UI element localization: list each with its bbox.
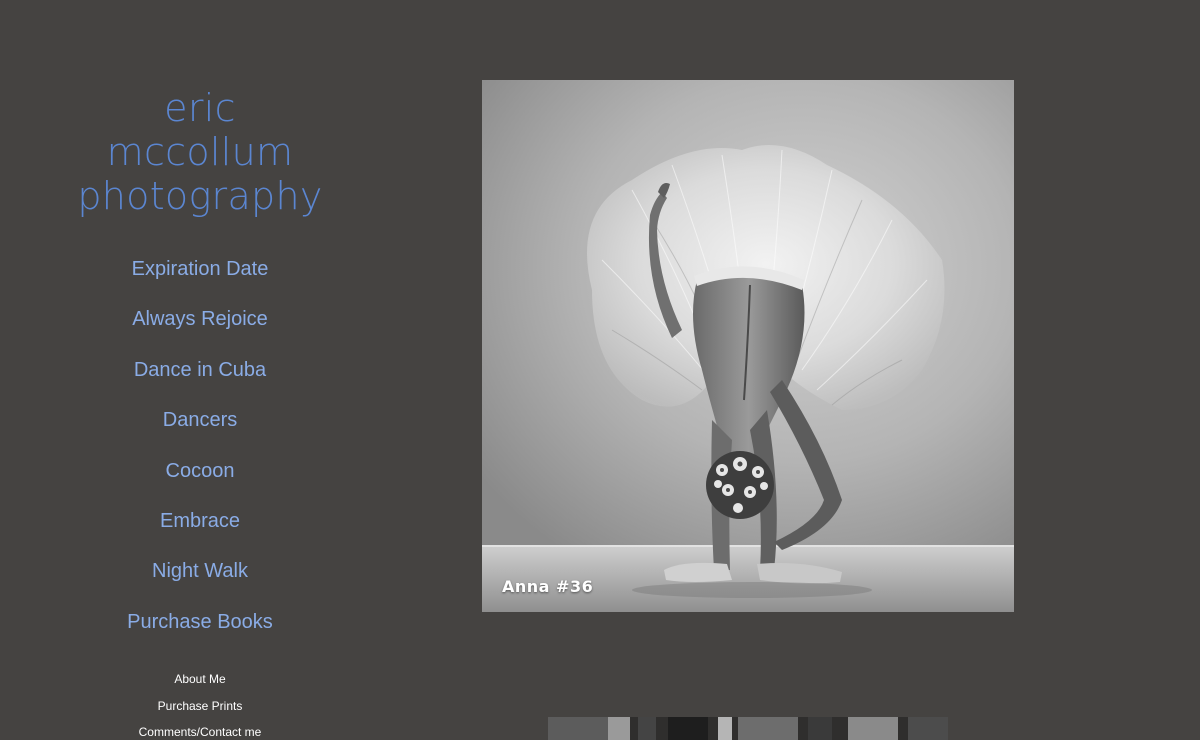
nav-link-purchase-books[interactable]: Purchase Books — [127, 603, 273, 641]
featured-photo[interactable]: Anna #36 — [482, 80, 1014, 612]
nav-item: Always Rejoice — [0, 300, 400, 350]
subnav-item: Comments/Contact me — [0, 721, 400, 740]
next-photo-image — [548, 717, 948, 740]
nav-item: Purchase Books — [0, 603, 400, 653]
ballerina-photo-image — [482, 80, 1014, 612]
subnav-link-about-me[interactable]: About Me — [174, 672, 225, 686]
nav-link-embrace[interactable]: Embrace — [160, 502, 240, 540]
nav-link-dance-in-cuba[interactable]: Dance in Cuba — [134, 351, 266, 389]
site-title-line-2[interactable]: mccollum — [0, 130, 400, 174]
site-title-line-3[interactable]: photography — [0, 174, 400, 218]
page: eric mccollum photography Expiration Dat… — [0, 0, 1200, 740]
nav-link-cocoon[interactable]: Cocoon — [166, 452, 235, 490]
subnav-link-comments-contact[interactable]: Comments/Contact me — [139, 725, 262, 739]
nav-item: Cocoon — [0, 452, 400, 502]
nav-item: Expiration Date — [0, 250, 400, 300]
sidebar: eric mccollum photography Expiration Dat… — [0, 0, 400, 740]
gallery-nav: Expiration Date Always Rejoice Dance in … — [0, 250, 400, 653]
nav-item: Dancers — [0, 401, 400, 451]
site-title-line-1[interactable]: eric — [0, 86, 400, 130]
site-title[interactable]: eric mccollum photography — [0, 86, 400, 218]
subnav-item: Purchase Prints — [0, 695, 400, 722]
next-photo-thumbnail[interactable] — [548, 717, 948, 740]
nav-link-night-walk[interactable]: Night Walk — [152, 552, 248, 590]
photo-caption: Anna #36 — [502, 577, 594, 596]
subnav-link-purchase-prints[interactable]: Purchase Prints — [158, 699, 243, 713]
nav-item: Night Walk — [0, 552, 400, 602]
nav-link-expiration-date[interactable]: Expiration Date — [132, 250, 269, 288]
nav-link-always-rejoice[interactable]: Always Rejoice — [132, 300, 268, 338]
nav-item: Embrace — [0, 502, 400, 552]
subnav-item: About Me — [0, 668, 400, 695]
secondary-nav: About Me Purchase Prints Comments/Contac… — [0, 668, 400, 740]
nav-item: Dance in Cuba — [0, 351, 400, 401]
nav-link-dancers[interactable]: Dancers — [163, 401, 237, 439]
